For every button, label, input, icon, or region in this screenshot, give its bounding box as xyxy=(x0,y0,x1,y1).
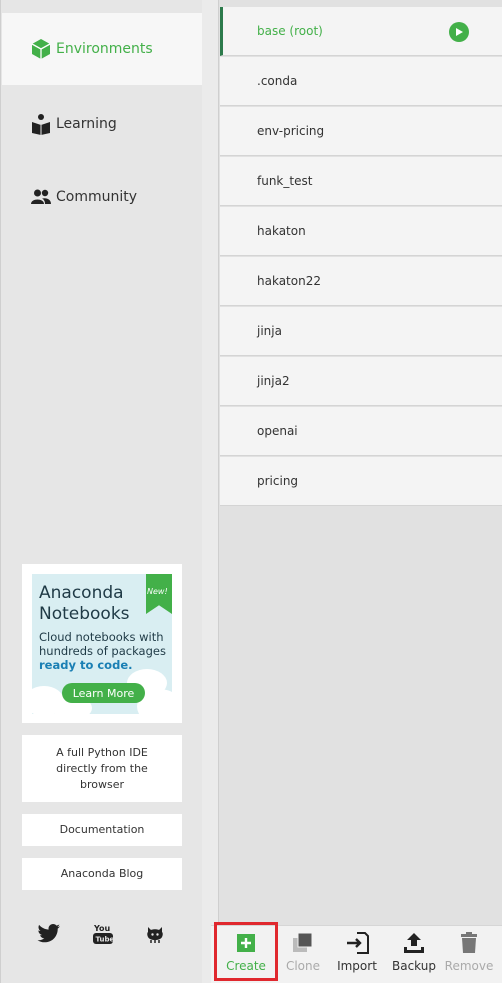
twitter-icon[interactable] xyxy=(36,922,62,946)
plus-square-icon xyxy=(234,931,258,955)
learn-more-button[interactable]: Learn More xyxy=(62,683,145,703)
trash-icon xyxy=(457,931,481,955)
nav-label-environments: Environments xyxy=(56,41,153,57)
cube-icon xyxy=(30,38,52,60)
env-name: hakaton22 xyxy=(257,274,321,288)
env-row[interactable]: funk_test xyxy=(220,157,502,206)
people-icon xyxy=(30,186,52,208)
import-button[interactable]: Import xyxy=(329,926,385,983)
env-row[interactable]: jinja2 xyxy=(220,357,502,406)
clone-icon xyxy=(291,931,315,955)
promo-text-body: Cloud notebooks with hundreds of package… xyxy=(39,630,166,658)
env-name: hakaton xyxy=(257,224,306,238)
nav-label-community: Community xyxy=(56,189,138,205)
env-name: jinja2 xyxy=(257,374,290,388)
backup-button[interactable]: Backup xyxy=(386,926,442,983)
anaconda-notebooks-promo[interactable]: Anaconda Notebooks New! Cloud notebooks … xyxy=(22,564,182,723)
env-row[interactable]: pricing xyxy=(220,457,502,506)
nav-learning[interactable]: Learning xyxy=(2,88,202,160)
nav-community[interactable]: Community xyxy=(2,161,202,233)
svg-text:Tube: Tube xyxy=(96,936,115,944)
github-icon[interactable] xyxy=(142,922,168,946)
create-button[interactable]: Create xyxy=(218,926,274,983)
clone-label: Clone xyxy=(285,959,321,973)
env-row[interactable]: jinja xyxy=(220,307,502,356)
env-row[interactable]: hakaton22 xyxy=(220,257,502,306)
nav-label-learning: Learning xyxy=(56,116,117,132)
youtube-icon[interactable]: You Tube xyxy=(90,922,116,946)
create-label: Create xyxy=(226,959,266,973)
env-row[interactable]: env-pricing xyxy=(220,107,502,156)
env-name: .conda xyxy=(257,74,298,88)
remove-label: Remove xyxy=(444,959,494,973)
promo-title-line1: Anaconda xyxy=(39,583,124,603)
import-label: Import xyxy=(337,959,377,973)
sidebar: Environments Learning Community Anaconda… xyxy=(0,0,202,983)
upload-icon xyxy=(402,931,426,955)
env-row[interactable]: openai xyxy=(220,407,502,456)
env-name: env-pricing xyxy=(257,124,325,138)
python-ide-card[interactable]: A full Python IDE directly from the brow… xyxy=(22,735,182,802)
env-name: openai xyxy=(257,424,298,438)
promo-banner: Anaconda Notebooks New! Cloud notebooks … xyxy=(32,574,172,714)
environment-toolbar: Create Clone Import Backup Remove xyxy=(211,925,502,983)
env-name: base (root) xyxy=(257,24,323,38)
promo-text: Cloud notebooks with hundreds of package… xyxy=(39,630,171,672)
backup-label: Backup xyxy=(392,959,436,973)
play-icon[interactable] xyxy=(449,22,469,42)
promo-title: Anaconda Notebooks xyxy=(39,583,130,625)
import-icon xyxy=(345,931,369,955)
panel-gap xyxy=(202,0,218,983)
anaconda-blog-button[interactable]: Anaconda Blog xyxy=(22,858,182,890)
env-name: pricing xyxy=(257,474,299,488)
promo-text-highlight: ready to code. xyxy=(39,658,133,672)
promo-title-line2: Notebooks xyxy=(39,604,130,624)
env-row-base-root[interactable]: base (root) xyxy=(220,7,502,56)
nav-environments[interactable]: Environments xyxy=(2,13,202,85)
clone-button[interactable]: Clone xyxy=(275,926,331,983)
env-row[interactable]: hakaton xyxy=(220,207,502,256)
documentation-button[interactable]: Documentation xyxy=(22,814,182,846)
remove-button[interactable]: Remove xyxy=(441,926,497,983)
new-badge-label: New! xyxy=(147,587,168,596)
environment-list: base (root) .conda env-pricing funk_test… xyxy=(218,0,502,925)
env-name: jinja xyxy=(257,324,282,338)
book-reader-icon xyxy=(30,113,52,135)
env-row[interactable]: .conda xyxy=(220,57,502,106)
env-name: funk_test xyxy=(257,174,313,188)
svg-text:You: You xyxy=(93,924,111,933)
new-badge: New! xyxy=(146,574,172,614)
